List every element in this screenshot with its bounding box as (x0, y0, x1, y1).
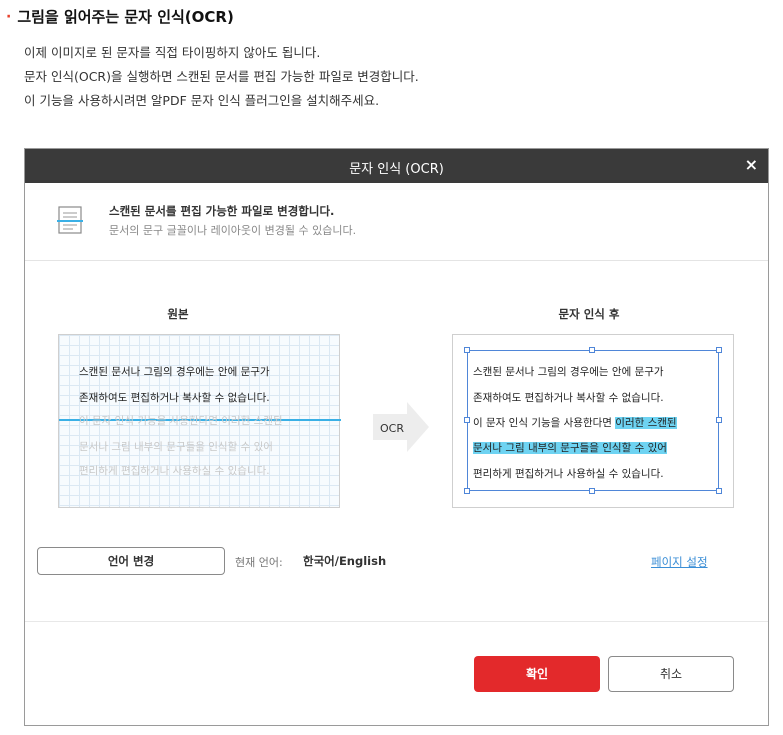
footer-divider (25, 621, 768, 622)
highlighted-text: 이러한 스캔된 (615, 417, 677, 429)
info-main-text: 스캔된 문서를 편집 가능한 파일로 변경합니다. (109, 204, 335, 218)
description-line-2: 문자 인식(OCR)을 실행하면 스캔된 문서를 편집 가능한 파일로 변경합니… (24, 69, 419, 84)
resize-handle[interactable] (589, 488, 595, 494)
description-line-1: 이제 이미지로 된 문자를 직접 타이핑하지 않아도 됩니다. (24, 45, 321, 60)
resize-handle[interactable] (716, 347, 722, 353)
page-heading: · 그림을 읽어주는 문자 인식(OCR) (6, 6, 234, 27)
result-label: 문자 인식 후 (558, 307, 620, 321)
original-label: 원본 (167, 307, 189, 321)
resize-handle[interactable] (464, 347, 470, 353)
highlighted-text: 문서나 그림 내부의 문구들을 인식할 수 있어 (473, 442, 667, 454)
ok-button[interactable]: 확인 (474, 656, 600, 692)
resize-handle[interactable] (464, 488, 470, 494)
change-language-button[interactable]: 언어 변경 (37, 547, 225, 575)
result-line: 스캔된 문서나 그림의 경우에는 안에 문구가 (473, 366, 664, 378)
dialog-info-row: 스캔된 문서를 편집 가능한 파일로 변경합니다. 문서의 문구 글꼴이나 레이… (25, 183, 768, 261)
resize-handle[interactable] (716, 488, 722, 494)
page-settings-link[interactable]: 페이지 설정 (651, 554, 708, 570)
original-preview: 스캔된 문서나 그림의 경우에는 안에 문구가 존재하여도 편집하거나 복사할 … (58, 334, 341, 508)
cancel-button[interactable]: 취소 (608, 656, 734, 692)
heading-bullet: · (6, 8, 12, 25)
original-line: 존재하여도 편집하거나 복사할 수 없습니다. (79, 392, 270, 404)
resize-handle[interactable] (589, 347, 595, 353)
current-language-value: 한국어/English (303, 554, 387, 568)
result-line: 문서나 그림 내부의 문구들을 인식할 수 있어 (473, 440, 667, 455)
resize-handle[interactable] (464, 417, 470, 423)
result-line: 이 문자 인식 기능을 사용한다면 이러한 스캔된 (473, 415, 677, 430)
original-line: 문서나 그림 내부의 문구들을 인식할 수 있어 (79, 441, 273, 453)
dialog-title: 문자 인식 (OCR) (349, 162, 444, 177)
close-icon[interactable]: × (745, 155, 758, 174)
resize-handle[interactable] (716, 417, 722, 423)
dialog-titlebar: 문자 인식 (OCR) × (25, 149, 768, 183)
result-line-plain: 이 문자 인식 기능을 사용한다면 (473, 417, 616, 429)
original-line: 이 문자 인식 기능을 사용한다면 이러한 스캔된 (79, 415, 283, 427)
result-preview: 스캔된 문서나 그림의 경우에는 안에 문구가 존재하여도 편집하거나 복사할 … (452, 334, 734, 508)
result-line: 편리하게 편집하거나 사용하실 수 있습니다. (473, 468, 664, 480)
current-language-label: 현재 언어: (235, 556, 283, 569)
original-line: 편리하게 편집하거나 사용하실 수 있습니다. (79, 465, 270, 477)
description-line-3: 이 기능을 사용하시려면 알PDF 문자 인식 플러그인을 설치해주세요. (24, 93, 380, 108)
heading-title: 그림을 읽어주는 문자 인식(OCR) (17, 8, 234, 26)
info-sub-text: 문서의 문구 글꼴이나 레이아웃이 변경될 수 있습니다. (109, 224, 357, 237)
document-scan-icon (57, 206, 83, 234)
ocr-arrow-label: OCR (380, 422, 404, 435)
original-line: 스캔된 문서나 그림의 경우에는 안에 문구가 (79, 366, 270, 378)
ocr-dialog: 문자 인식 (OCR) × 스캔된 문서를 편집 가능한 파일로 변경합니다. … (24, 148, 769, 726)
result-line: 존재하여도 편집하거나 복사할 수 없습니다. (473, 392, 664, 404)
